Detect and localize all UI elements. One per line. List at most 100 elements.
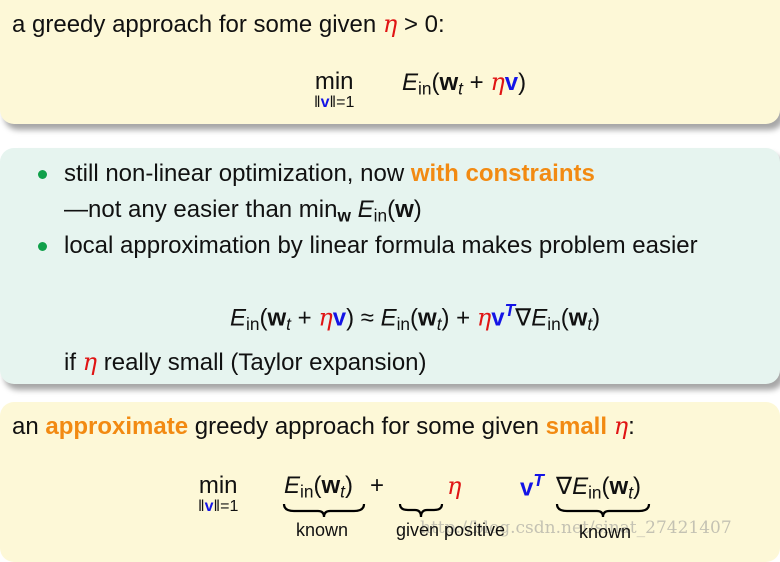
min-label: min xyxy=(314,68,354,95)
formula-part: > 0: xyxy=(397,11,445,38)
objective-formula: Ein(wt + ηv) xyxy=(402,68,526,99)
formula-part: + xyxy=(290,304,319,332)
formula-part: really small (Taylor expansion) xyxy=(97,349,427,376)
formula-part: w xyxy=(609,473,629,500)
label-given-positive: given positive xyxy=(396,520,506,540)
formula-part: η xyxy=(447,472,462,500)
term-ein: Ein(wt) xyxy=(284,472,353,502)
formula-part: ) xyxy=(344,472,353,499)
formula-part: w xyxy=(395,196,414,223)
formula-part: ∇ xyxy=(556,473,573,500)
formula-part xyxy=(351,196,358,223)
formula-part: a greedy approach for some given xyxy=(12,11,383,38)
formula-part: η xyxy=(318,303,333,332)
formula-part: ) ≈ xyxy=(346,304,381,332)
greedy-approach-box: a greedy approach for some given η > 0: … xyxy=(0,0,780,124)
formula-part: E xyxy=(230,304,247,332)
formula-part: T xyxy=(504,300,516,320)
formula-part: E xyxy=(284,472,301,499)
formula-part: ) xyxy=(633,473,642,500)
min-constraint: ‖v‖=1 xyxy=(314,94,354,112)
formula-part: w xyxy=(321,472,341,499)
formula-part: in xyxy=(418,78,432,99)
formula-part: v xyxy=(491,304,505,332)
formula-part: ‖=1 xyxy=(329,94,355,111)
formula-part: : xyxy=(628,413,635,440)
approx-intro: an approximate greedy approach for some … xyxy=(12,412,635,441)
formula-part: ( xyxy=(387,196,396,223)
formula-part: w xyxy=(439,69,459,96)
formula-part: —not any easier than min xyxy=(64,196,338,223)
formula-part: v xyxy=(204,498,214,515)
taylor-formula: Ein(wt + ηv) ≈ Ein(wt) + ηvT∇Ein(wt) xyxy=(230,300,600,335)
formula-part: w xyxy=(568,304,588,332)
formula-part: η xyxy=(82,348,98,376)
analysis-box: still non-linear optimization, now with … xyxy=(0,148,780,384)
formula-part: η xyxy=(613,412,629,440)
formula-part: η xyxy=(382,10,398,38)
formula-part: in xyxy=(547,313,561,334)
formula-part: w xyxy=(267,304,287,332)
label-known: known xyxy=(296,520,349,540)
formula-part: in xyxy=(246,313,260,334)
formula-part: local approximation by linear formula ma… xyxy=(64,232,698,259)
formula-part: v xyxy=(520,474,534,502)
formula-part: E xyxy=(380,304,397,332)
bullet-icon xyxy=(38,170,47,179)
bullet-constraints: still non-linear optimization, now with … xyxy=(64,160,595,188)
min-operator: min ‖v‖=1 xyxy=(314,68,354,112)
formula-part: ) + xyxy=(441,304,477,332)
formula-part: ( xyxy=(410,304,419,332)
formula-part: + xyxy=(462,69,491,96)
formula-part: an xyxy=(12,413,46,440)
formula-part: v xyxy=(504,69,519,96)
min-constraint: ‖v‖=1 xyxy=(198,498,238,516)
formula-part: approximate xyxy=(45,413,189,440)
formula-part: ‖ xyxy=(314,94,321,111)
formula-part: greedy approach for some given xyxy=(188,413,546,440)
underbrace-icon xyxy=(555,503,651,518)
formula-part: ( xyxy=(560,304,569,332)
formula-part: ) xyxy=(518,69,527,96)
formula-part: ∇ xyxy=(515,304,532,332)
formula-part: ‖ xyxy=(198,498,205,515)
formula-part: still non-linear optimization, now xyxy=(64,160,411,187)
bullet-linear-approx: local approximation by linear formula ma… xyxy=(64,232,698,260)
formula-part: η xyxy=(490,68,505,96)
underbrace-icon xyxy=(282,503,366,518)
formula-part: ( xyxy=(601,473,610,500)
formula-part: if xyxy=(64,349,83,376)
formula-part: T xyxy=(533,470,544,490)
formula-part: in xyxy=(588,482,602,503)
plus-sign: + xyxy=(370,472,385,499)
formula-part: E xyxy=(402,69,419,96)
formula-part: v xyxy=(332,304,347,332)
formula-part: v xyxy=(320,94,330,111)
formula-part: small xyxy=(545,413,608,440)
formula-part: E xyxy=(572,473,589,500)
min-operator: min ‖v‖=1 xyxy=(198,472,238,516)
min-label: min xyxy=(198,472,238,499)
term-v-transpose: vT xyxy=(520,470,544,503)
greedy-intro: a greedy approach for some given η > 0: xyxy=(12,10,445,39)
formula-part: w xyxy=(418,304,437,332)
bullet-constraints-cont: —not any easier than minw Ein(w) xyxy=(64,196,422,226)
formula-part: η xyxy=(476,303,492,332)
formula-part: E xyxy=(357,196,374,223)
formula-part: in xyxy=(373,205,388,226)
term-gradient: ∇Ein(wt) xyxy=(556,472,641,503)
formula-part: with constraints xyxy=(410,160,595,187)
formula-part: E xyxy=(531,304,548,332)
taylor-condition: if η really small (Taylor expansion) xyxy=(64,348,427,377)
formula-part: ) xyxy=(413,196,422,223)
label-known: known xyxy=(579,522,632,542)
formula-part: w xyxy=(337,205,351,226)
formula-part: ) xyxy=(592,304,601,332)
formula-part: in xyxy=(396,313,411,334)
bullet-icon xyxy=(38,242,47,251)
formula-part xyxy=(607,413,614,440)
formula-part: ‖=1 xyxy=(213,498,239,515)
underbrace-icon xyxy=(398,503,444,518)
approximate-approach-box: an approximate greedy approach for some … xyxy=(0,402,780,562)
formula-part: in xyxy=(300,481,314,502)
